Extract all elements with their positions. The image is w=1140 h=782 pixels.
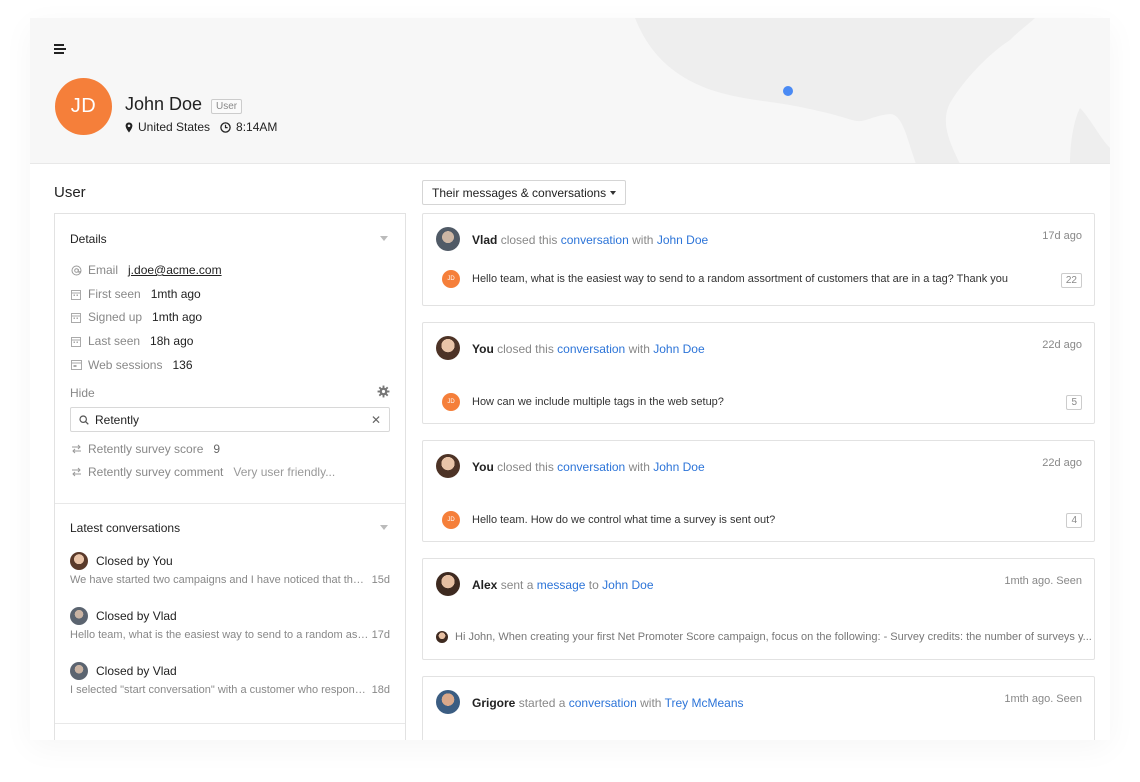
user-name: John Doe: [125, 94, 203, 114]
user-link[interactable]: John Doe: [657, 233, 708, 247]
message-preview: JD Hello team. How do we control what tim…: [442, 511, 775, 529]
search-icon: [79, 414, 89, 425]
avatar: [436, 336, 460, 360]
conversation-link[interactable]: conversation: [569, 696, 637, 710]
activity-title: Alex sent a message to John Doe: [472, 578, 654, 592]
avatar: [70, 662, 88, 680]
panel-divider: [55, 723, 405, 724]
attribute-search: ✕: [70, 407, 390, 432]
activity-time: 22d ago: [1042, 339, 1082, 351]
user-link[interactable]: Trey McMeans: [665, 696, 744, 710]
message-link[interactable]: message: [537, 578, 586, 592]
activity-card[interactable]: Grigore started a conversation with Trey…: [422, 676, 1095, 740]
activity-title: You closed this conversation with John D…: [472, 460, 705, 474]
message-count-badge: 4: [1066, 513, 1082, 528]
activity-card[interactable]: You closed this conversation with John D…: [422, 322, 1095, 424]
activity-time: 1mth ago. Seen: [1004, 693, 1082, 705]
attr-web-sessions: Web sessions 136: [70, 358, 193, 372]
location-pin-icon: [125, 122, 133, 132]
activity-card[interactable]: Alex sent a message to John Doe 1mth ago…: [422, 558, 1095, 660]
avatar: JD: [442, 511, 460, 529]
latest-conversations-heading: Latest conversations: [70, 521, 181, 535]
app-window: JD John Doe User United States 8:14AM Us…: [30, 18, 1110, 740]
avatar: [436, 572, 460, 596]
details-collapse-icon[interactable]: [380, 236, 388, 241]
role-badge: User: [211, 99, 243, 114]
activity-title: Vlad closed this conversation with John …: [472, 233, 709, 247]
clock-icon: [220, 121, 231, 133]
conversation-link[interactable]: conversation: [561, 233, 629, 247]
avatar: [436, 631, 448, 643]
activity-filter-dropdown[interactable]: Their messages & conversations: [422, 180, 626, 205]
attr-email: Email j.doe@acme.com: [70, 263, 222, 277]
activity-time: 17d ago: [1042, 230, 1082, 242]
user-link[interactable]: John Doe: [653, 460, 704, 474]
hide-label[interactable]: Hide: [70, 386, 95, 400]
user-location: United States: [138, 120, 211, 134]
conversation-link[interactable]: conversation: [557, 460, 625, 474]
avatar: [436, 454, 460, 478]
activity-time: 1mth ago. Seen: [1004, 575, 1082, 587]
gear-icon[interactable]: [377, 385, 390, 398]
profile-header: JD John Doe User United States 8:14AM: [30, 18, 1110, 164]
attr-first-seen: First seen 1mth ago: [70, 287, 201, 301]
avatar: [436, 690, 460, 714]
activity-title: You closed this conversation with John D…: [472, 342, 705, 356]
latest-conversation-item[interactable]: Closed by Vlad Hello team, what is the e…: [70, 606, 390, 641]
avatar: JD: [442, 270, 460, 288]
avatar: [70, 607, 88, 625]
avatar: [436, 227, 460, 251]
attr-signed-up: Signed up 1mth ago: [70, 310, 202, 324]
browser-icon: [70, 359, 82, 371]
user-avatar: JD: [55, 78, 112, 135]
attr-retently-score: Retently survey score 9: [70, 442, 220, 456]
location-dot: [783, 86, 793, 96]
search-input[interactable]: [95, 412, 365, 427]
swap-icon: [70, 443, 82, 455]
attr-retently-comment: Retently survey comment Very user friend…: [70, 465, 335, 479]
menu-icon[interactable]: [54, 44, 66, 54]
details-heading: Details: [70, 232, 107, 246]
attr-last-seen: Last seen 18h ago: [70, 334, 193, 348]
avatar: JD: [442, 393, 460, 411]
activity-title: Grigore started a conversation with Trey…: [472, 696, 744, 710]
conversation-link[interactable]: conversation: [557, 342, 625, 356]
clear-search-icon[interactable]: ✕: [371, 413, 381, 427]
location-map: [635, 18, 1110, 163]
user-link[interactable]: John Doe: [653, 342, 704, 356]
user-panel: Details Email j.doe@acme.com First seen …: [54, 213, 406, 740]
message-preview: JD Hello team, what is the easiest way to…: [442, 270, 1008, 288]
section-title: User: [54, 184, 86, 201]
latest-conversation-item[interactable]: Closed by You We have started two campai…: [70, 551, 390, 586]
activity-card[interactable]: You closed this conversation with John D…: [422, 440, 1095, 542]
latest-conversation-item[interactable]: Closed by Vlad I selected "start convers…: [70, 661, 390, 696]
calendar-icon: [70, 335, 82, 347]
calendar-icon: [70, 311, 82, 323]
activity-card[interactable]: Vlad closed this conversation with John …: [422, 213, 1095, 306]
message-count-badge: 5: [1066, 395, 1082, 410]
user-meta: United States 8:14AM: [125, 120, 277, 134]
user-local-time: 8:14AM: [236, 120, 278, 134]
at-icon: [70, 264, 82, 276]
message-preview: Hi John, When creating your first Net Pr…: [436, 631, 1092, 643]
chevron-down-icon: [610, 191, 616, 195]
avatar: [70, 552, 88, 570]
latest-collapse-icon[interactable]: [380, 525, 388, 530]
panel-divider: [55, 503, 405, 504]
calendar-icon: [70, 288, 82, 300]
email-link[interactable]: j.doe@acme.com: [128, 263, 222, 277]
activity-time: 22d ago: [1042, 457, 1082, 469]
user-link[interactable]: John Doe: [602, 578, 653, 592]
message-preview: JD How can we include multiple tags in th…: [442, 393, 724, 411]
message-count-badge: 22: [1060, 273, 1082, 288]
swap-icon: [70, 466, 82, 478]
